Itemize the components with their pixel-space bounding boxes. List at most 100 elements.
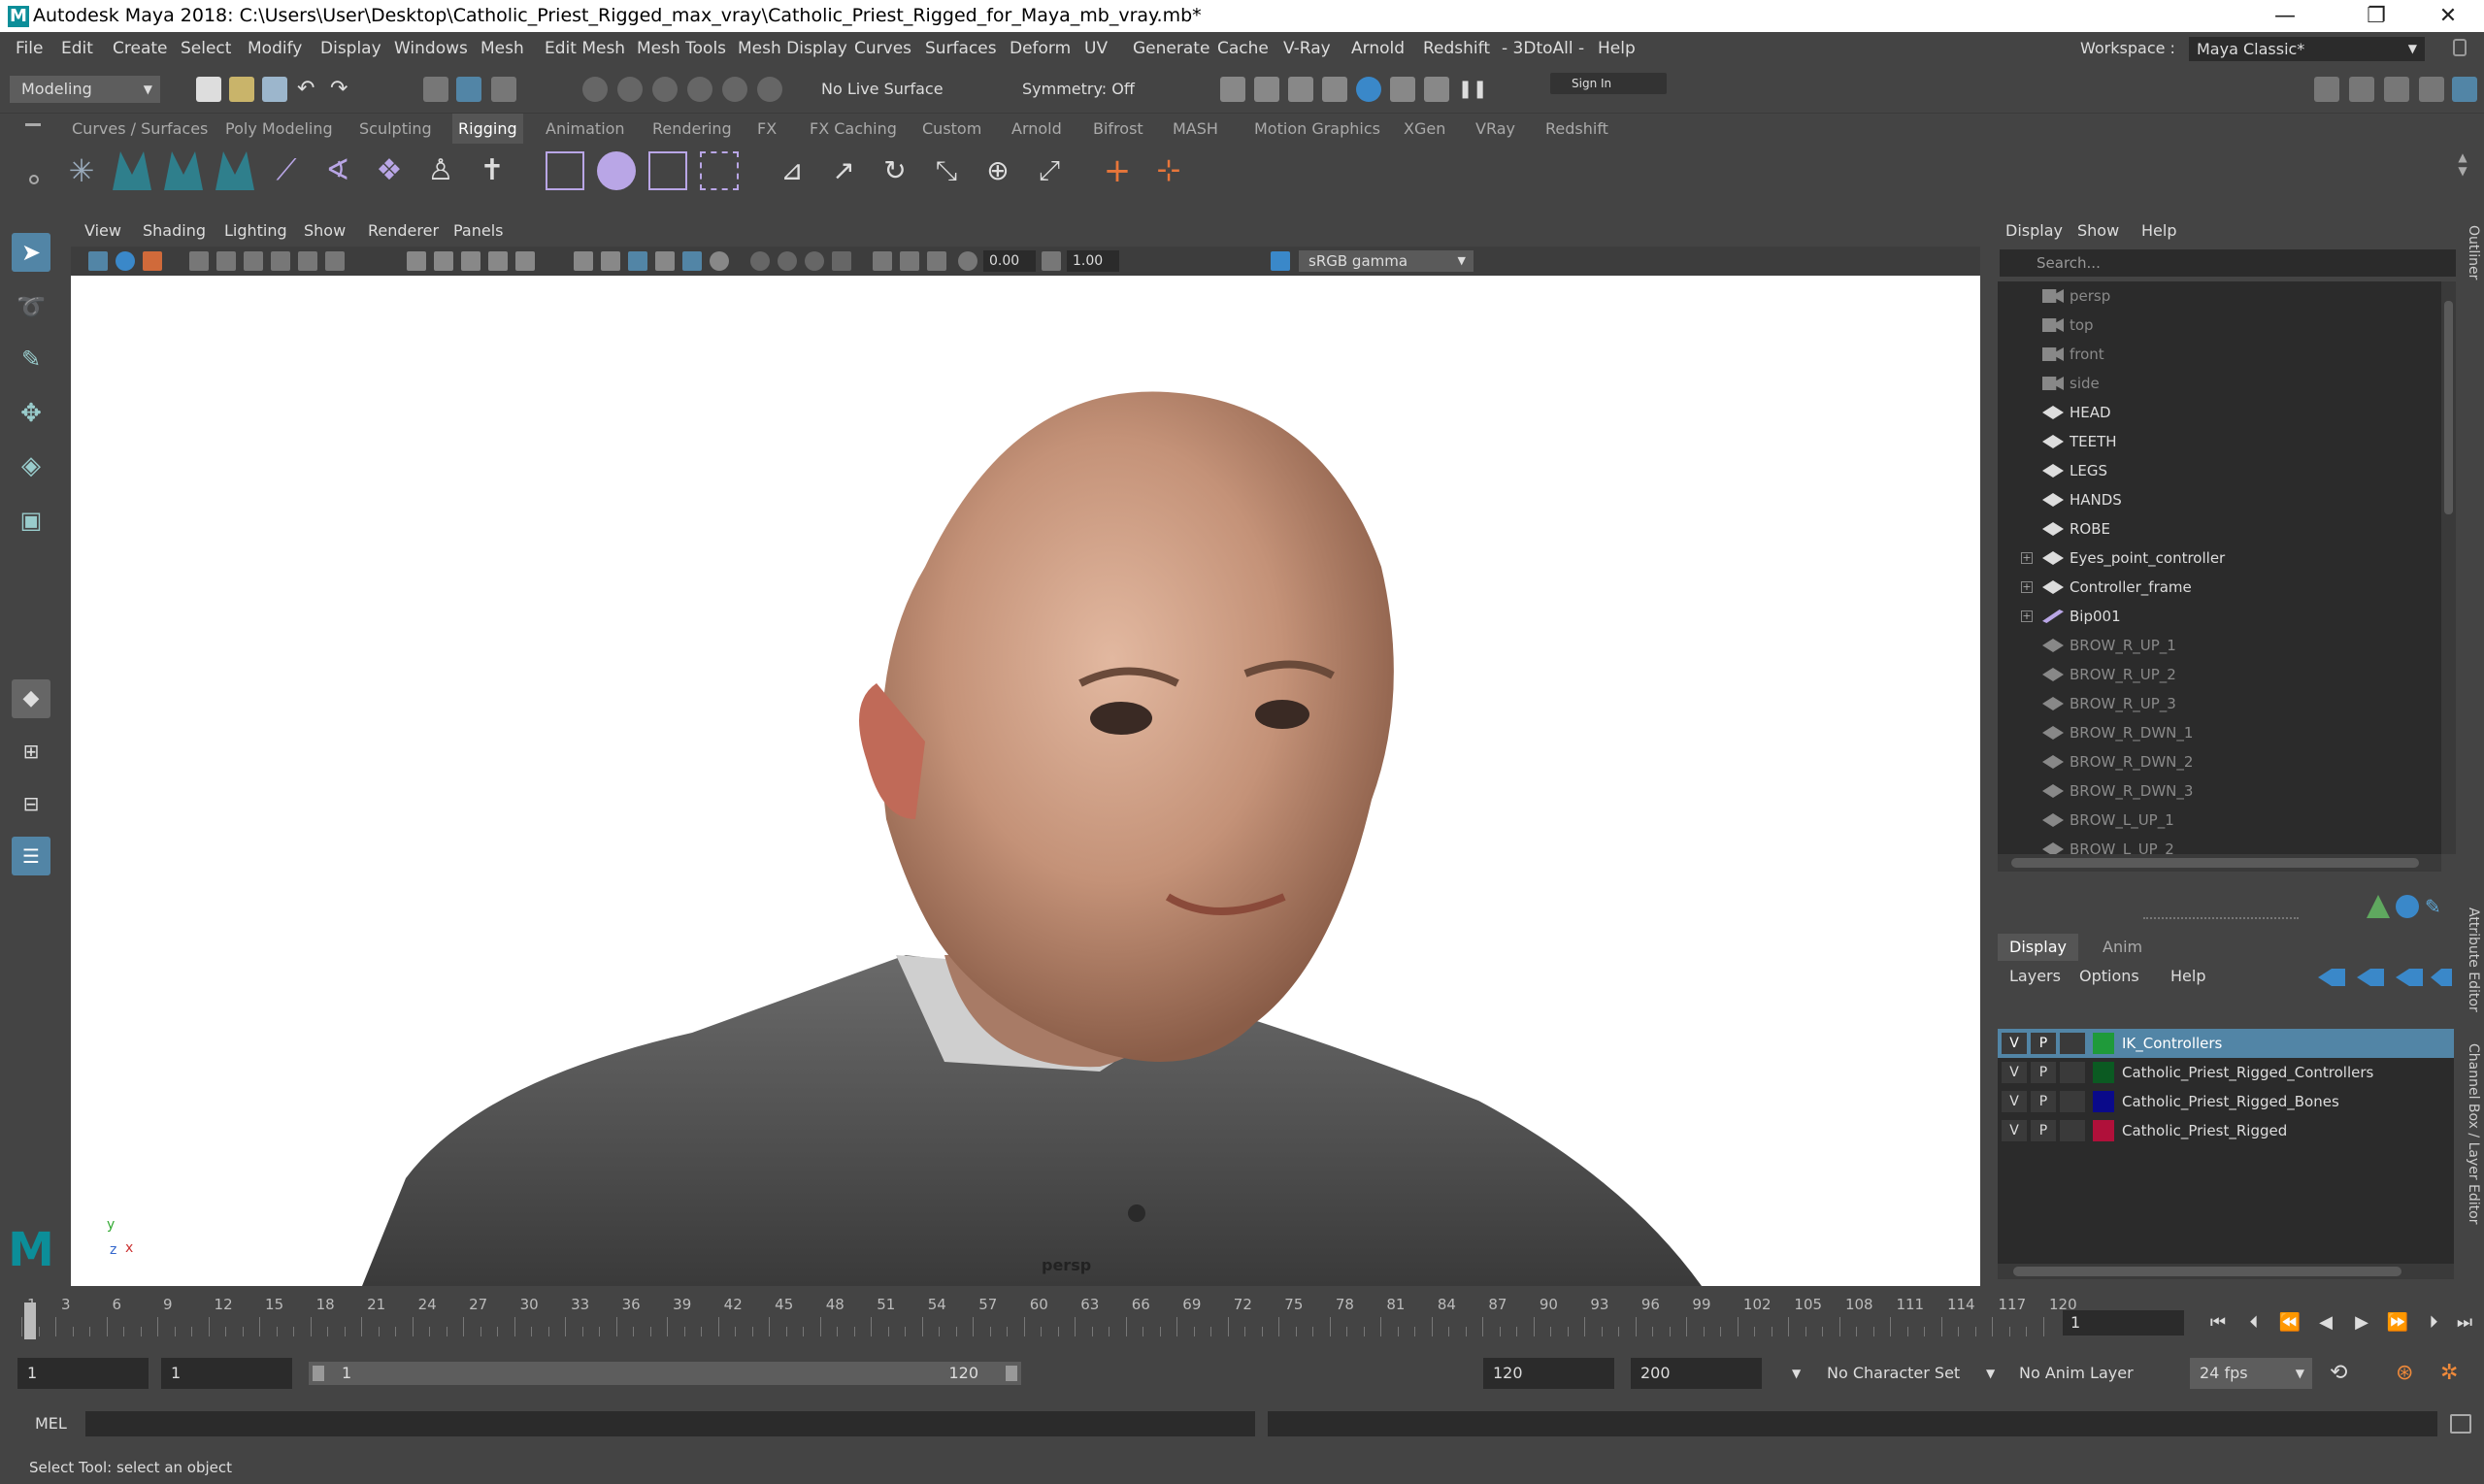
outliner-item[interactable]: ROBE xyxy=(1998,514,2441,544)
two-view-icon[interactable]: ⊟ xyxy=(12,784,50,823)
vray-render-icon[interactable] xyxy=(1390,77,1415,102)
move-layer-up-icon[interactable] xyxy=(2318,969,2345,986)
layer-horizontal-scrollbar[interactable] xyxy=(1998,1264,2454,1279)
tab-vray[interactable]: VRay xyxy=(1475,114,1515,144)
insert-joint-icon[interactable] xyxy=(215,151,254,190)
expand-icon[interactable]: + xyxy=(2021,581,2033,593)
shelf-scroll-icon[interactable]: ▲ ▼ xyxy=(2456,150,2469,191)
outliner-item[interactable]: + Bip001 xyxy=(1998,602,2441,631)
layer-color-swatch[interactable] xyxy=(2093,1033,2114,1054)
textured-icon[interactable] xyxy=(601,251,620,271)
outliner-item[interactable]: BROW_L_UP_2 xyxy=(1998,835,2441,854)
move-tool-icon[interactable]: ✥ xyxy=(12,394,50,433)
menu-edit-mesh[interactable]: Edit Mesh xyxy=(545,32,625,65)
snap-surface-icon[interactable] xyxy=(722,77,747,102)
paint-select-icon[interactable]: ✎ xyxy=(12,340,50,379)
new-scene-icon[interactable] xyxy=(196,77,221,102)
auto-key-icon[interactable]: ⊛ xyxy=(2396,1362,2419,1385)
outliner-horizontal-scrollbar[interactable] xyxy=(1998,854,2441,872)
ambient-occlusion-icon[interactable] xyxy=(682,251,702,271)
quick-rig-icon[interactable]: ✝ xyxy=(473,151,512,190)
layer-edit-icon[interactable]: ✎ xyxy=(2425,895,2448,918)
tab-animation[interactable]: Animation xyxy=(546,114,625,144)
layer-visibility-toggle[interactable]: V xyxy=(2002,1091,2027,1112)
parent-constraint-icon[interactable]: ⊿ xyxy=(773,151,811,190)
menu-3dtoall[interactable]: - 3DtoAll - xyxy=(1502,32,1584,65)
menu-generate[interactable]: Generate xyxy=(1133,32,1209,65)
expand-icon[interactable]: + xyxy=(2021,610,2033,622)
vp-menu-panels[interactable]: Panels xyxy=(453,215,504,247)
ik-fk-switch-icon[interactable]: ⊹ xyxy=(1149,151,1188,190)
animation-prefs-icon[interactable]: ✲ xyxy=(2440,1362,2464,1385)
workspace-select[interactable]: Maya Classic* ▼ xyxy=(2189,37,2425,61)
modeling-toolkit-icon[interactable] xyxy=(2314,77,2339,102)
exposure-field[interactable]: 0.00 xyxy=(983,250,1036,272)
wireframe-icon[interactable] xyxy=(407,251,426,271)
scale-tool-icon[interactable]: ▣ xyxy=(12,501,50,540)
wrap-icon[interactable] xyxy=(700,151,739,190)
tab-rendering[interactable]: Rendering xyxy=(652,114,732,144)
step-forward-key-icon[interactable]: ⏩ xyxy=(2383,1310,2412,1336)
outliner-item[interactable]: BROW_R_DWN_2 xyxy=(1998,747,2441,776)
menu-file[interactable]: File xyxy=(16,32,43,65)
outliner-item[interactable]: BROW_R_DWN_1 xyxy=(1998,718,2441,747)
layer-menu-layers[interactable]: Layers xyxy=(2009,963,2061,990)
vp-menu-renderer[interactable]: Renderer xyxy=(368,215,439,247)
channel-box-icon[interactable] xyxy=(2452,77,2477,102)
tab-sculpting[interactable]: Sculpting xyxy=(359,114,432,144)
pause-icon[interactable]: ❚❚ xyxy=(1458,77,1487,102)
tab-display-layers[interactable]: Display xyxy=(1998,934,2078,961)
construction-history-icon[interactable] xyxy=(1220,77,1245,102)
rotate-tool-icon[interactable]: ◈ xyxy=(12,446,50,485)
step-forward-frame-icon[interactable]: ⏵ xyxy=(2419,1310,2448,1336)
lock-icon[interactable] xyxy=(2453,39,2467,56)
sign-in-button[interactable]: Sign In xyxy=(1550,73,1667,94)
tab-poly-modeling[interactable]: Poly Modeling xyxy=(225,114,333,144)
stereo-icon[interactable] xyxy=(900,251,919,271)
go-to-start-icon[interactable]: ⏮ xyxy=(2203,1310,2233,1336)
outliner-item[interactable]: side xyxy=(1998,369,2441,398)
pole-vector-icon[interactable]: ⤢ xyxy=(1030,151,1069,190)
menu-cache[interactable]: Cache xyxy=(1217,32,1269,65)
color-management-icon[interactable] xyxy=(1271,251,1290,271)
menu-deform[interactable]: Deform xyxy=(1010,32,1071,65)
mirror-joint-icon[interactable]: ⟋ xyxy=(267,151,306,190)
minimize-button[interactable]: — xyxy=(2251,0,2319,32)
resolution-gate-icon[interactable] xyxy=(244,251,263,271)
outliner-vertical-scrollbar[interactable] xyxy=(2441,281,2456,854)
gamma-icon[interactable] xyxy=(1042,251,1061,271)
multisample-aa-icon[interactable] xyxy=(750,251,770,271)
shelf-menu-icon[interactable] xyxy=(25,123,41,126)
animation-start-field[interactable]: 1 xyxy=(17,1358,149,1389)
shelf-settings-icon[interactable] xyxy=(29,175,39,184)
current-time-marker[interactable] xyxy=(24,1303,36,1339)
field-chart-icon[interactable] xyxy=(298,251,317,271)
panel-layout-icon[interactable] xyxy=(873,251,892,271)
select-tool-icon[interactable]: ➤ xyxy=(12,233,50,272)
hypershade-icon[interactable] xyxy=(1356,77,1381,102)
safe-action-icon[interactable] xyxy=(325,251,345,271)
outliner-menu-display[interactable]: Display xyxy=(2005,215,2063,247)
layer-display-type-toggle[interactable] xyxy=(2060,1033,2085,1054)
aim-constraint-icon[interactable]: ⊕ xyxy=(978,151,1017,190)
menu-edit[interactable]: Edit xyxy=(61,32,93,65)
snap-view-icon[interactable] xyxy=(687,77,712,102)
tab-rigging[interactable]: Rigging xyxy=(452,114,523,144)
redo-icon[interactable]: ↷ xyxy=(330,77,355,102)
tab-custom[interactable]: Custom xyxy=(922,114,981,144)
playback-range-bar[interactable]: 1 120 xyxy=(309,1362,1021,1385)
channel-box-side-tab[interactable]: Channel Box / Layer Editor xyxy=(2464,1043,2481,1247)
orient-joint-icon[interactable]: ∢ xyxy=(318,151,357,190)
snap-vertex-icon[interactable] xyxy=(757,77,782,102)
fps-select[interactable]: 24 fps ▼ xyxy=(2190,1358,2312,1389)
menu-vray[interactable]: V-Ray xyxy=(1283,32,1331,65)
vp-menu-lighting[interactable]: Lighting xyxy=(224,215,287,247)
bookmark-icon[interactable] xyxy=(143,251,162,271)
new-layer-selected-icon[interactable] xyxy=(2431,969,2452,986)
select-component-icon[interactable] xyxy=(491,77,516,102)
resolution-icon[interactable] xyxy=(927,251,946,271)
vp-menu-show[interactable]: Show xyxy=(304,215,346,247)
render-settings-icon[interactable] xyxy=(1322,77,1347,102)
smooth-shade-icon[interactable] xyxy=(434,251,453,271)
save-scene-icon[interactable] xyxy=(262,77,287,102)
